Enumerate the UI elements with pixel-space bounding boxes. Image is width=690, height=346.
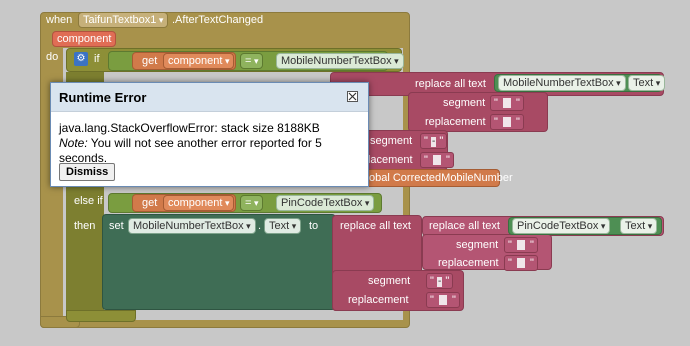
operator-dropdown-1[interactable]: = [240,53,264,69]
event-component-dropdown[interactable]: TaifunTextbox1 [78,12,169,28]
dismiss-button[interactable]: Dismiss [59,163,116,181]
note-line: Note: You will not see another error rep… [59,136,360,166]
close-icon[interactable] [347,91,358,102]
note-label: Note: [59,136,88,150]
get-label-2: get [142,197,158,209]
dialog-header: Runtime Error [51,83,368,112]
replacement-string-inner[interactable]: " " [504,255,538,271]
param-component[interactable]: component [52,31,117,47]
replacement-label-outer: replacement [348,294,409,306]
segment-label-top-2: segment [370,135,413,147]
segment-dash-outer[interactable]: " - " [426,273,454,289]
replacement-label-top: replacement [425,116,486,128]
segment-label-inner: segment [456,239,499,251]
get-var-dropdown-1[interactable]: component [163,53,235,69]
dialog-title: Runtime Error [59,90,147,105]
segment-label-outer: segment [368,275,411,287]
then-label: then [74,220,96,232]
operator-dropdown-2[interactable]: = [240,195,264,211]
text-getter-top-property[interactable]: Text [628,75,666,91]
event-name-label: .AfterTextChanged [172,14,264,26]
text-getter-inner-component[interactable]: PinCodeTextBox [512,218,611,234]
segment-string-inner[interactable]: " " [504,237,538,253]
set-property-dropdown[interactable]: Text [264,218,302,234]
note-text: You will not see another error reported … [59,136,322,165]
dialog-message: java.lang.StackOverflowError: stack size… [59,121,360,166]
segment-dash-top[interactable]: " - " [420,133,448,149]
to-label: to [309,220,319,232]
text-getter-inner-property[interactable]: Text [620,218,658,234]
replacement-label-inner: replacement [438,257,499,269]
runtime-error-dialog: Runtime Error java.lang.StackOverflowErr… [50,82,369,187]
replacement-string-outer[interactable]: " " [426,292,460,308]
get-var-dropdown-2[interactable]: component [163,195,235,211]
component-target-2[interactable]: PinCodeTextBox [276,195,375,211]
when-label: when [46,14,73,26]
global-var-label: obal CorrectedMobileNumber [369,172,513,184]
else-if-label: else if [74,195,103,207]
segment-label-top: segment [443,97,486,109]
replace-all-text-outer-label: replace all text [340,220,411,232]
replacement-string-top[interactable]: " " [490,114,524,130]
if-settings-icon[interactable]: ⚙ [74,52,88,66]
set-label: set [109,220,124,232]
get-label-1: get [142,55,158,67]
segment-string-top[interactable]: " " [490,95,524,111]
replace-all-text-label-top: replace all text [415,78,486,90]
replacement-string-top-2[interactable]: " " [420,152,454,168]
do-label: do [46,51,59,63]
set-component-dropdown[interactable]: MobileNumberTextBox [128,218,256,234]
set-dot: . [258,220,262,232]
if-label: if [94,53,100,65]
error-line: java.lang.StackOverflowError: stack size… [59,121,320,135]
if-block-footer [66,310,136,322]
text-getter-top-component[interactable]: MobileNumberTextBox [498,75,626,91]
component-target-1[interactable]: MobileNumberTextBox [276,53,404,69]
replace-all-text-inner-label: replace all text [429,220,500,232]
